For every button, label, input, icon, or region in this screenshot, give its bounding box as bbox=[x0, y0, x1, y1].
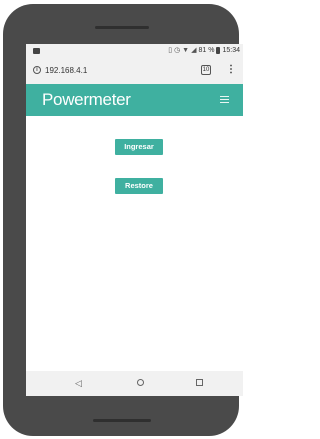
signal-icon: ◢ bbox=[191, 47, 197, 54]
phone-screen: ▯ ◷ ▼ ◢ 81 % 15:34 i 192.168.4.1 10 ⋮ Po… bbox=[26, 44, 243, 396]
status-icons: ▯ ◷ ▼ ◢ 81 % 15:34 bbox=[168, 46, 240, 55]
app-header: Powermeter bbox=[26, 84, 243, 116]
image-icon bbox=[33, 48, 40, 54]
vibrate-icon: ▯ bbox=[168, 47, 173, 54]
overflow-menu-icon[interactable]: ⋮ bbox=[226, 64, 236, 76]
alarm-icon: ◷ bbox=[174, 47, 181, 54]
tabs-icon[interactable]: 10 bbox=[201, 65, 211, 75]
back-icon[interactable]: ◁ bbox=[75, 379, 82, 388]
battery-percent: 81 % bbox=[198, 47, 215, 54]
status-bar: ▯ ◷ ▼ ◢ 81 % 15:34 bbox=[26, 44, 243, 58]
hamburger-icon[interactable] bbox=[220, 96, 229, 104]
battery-icon bbox=[216, 47, 221, 54]
recents-icon[interactable] bbox=[196, 379, 203, 386]
home-icon[interactable] bbox=[137, 379, 144, 386]
wifi-icon: ▼ bbox=[182, 47, 190, 54]
bottom-bezel-bar bbox=[93, 419, 151, 422]
url-text[interactable]: 192.168.4.1 bbox=[45, 66, 87, 75]
browser-url-bar: i 192.168.4.1 10 ⋮ bbox=[26, 58, 243, 84]
ingresar-button[interactable]: Ingresar bbox=[115, 139, 163, 155]
earpiece-speaker bbox=[95, 26, 149, 29]
restore-button[interactable]: Restore bbox=[115, 178, 163, 194]
info-icon[interactable]: i bbox=[33, 66, 41, 74]
app-title: Powermeter bbox=[42, 90, 131, 109]
android-nav-bar: ◁ bbox=[26, 371, 243, 396]
clock: 15:34 bbox=[222, 47, 240, 54]
